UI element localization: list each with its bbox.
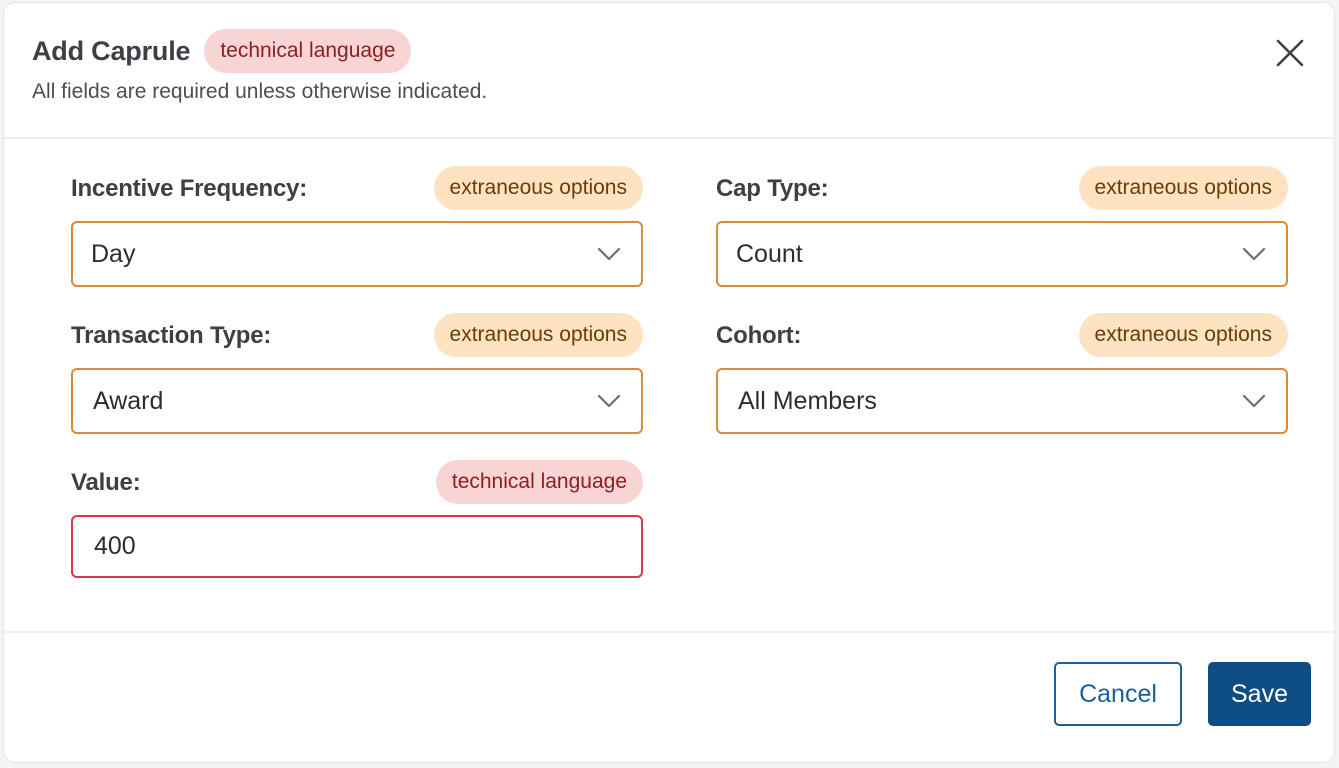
chevron-down-icon xyxy=(597,394,621,408)
incentive-frequency-label: Incentive Frequency: xyxy=(71,175,308,202)
footer-divider xyxy=(4,631,1334,633)
value-input-text: 400 xyxy=(94,532,136,560)
title-badge: technical language xyxy=(204,29,412,73)
close-icon xyxy=(1276,39,1304,67)
incentive-frequency-select[interactable]: Day xyxy=(71,221,643,287)
cap-type-select[interactable]: Count xyxy=(716,221,1288,287)
transaction-type-badge: extraneous options xyxy=(433,313,643,357)
cohort-badge: extraneous options xyxy=(1078,313,1288,357)
cohort-field: Cohort: extraneous options All Members xyxy=(716,313,1288,434)
cap-type-badge: extraneous options xyxy=(1078,166,1288,210)
value-input[interactable]: 400 xyxy=(71,515,643,578)
add-caprule-modal: Add Caprule technical language All field… xyxy=(3,2,1335,763)
incentive-frequency-field: Incentive Frequency: extraneous options … xyxy=(71,166,643,287)
save-button[interactable]: Save xyxy=(1208,662,1311,726)
cap-type-label: Cap Type: xyxy=(716,175,829,202)
cancel-button[interactable]: Cancel xyxy=(1054,662,1182,726)
value-field: Value: technical language 400 xyxy=(71,460,643,578)
modal-title: Add Caprule xyxy=(32,35,191,66)
modal-header: Add Caprule technical language All field… xyxy=(4,3,1334,139)
close-button[interactable] xyxy=(1274,37,1306,69)
incentive-frequency-head: Incentive Frequency: extraneous options xyxy=(71,166,643,212)
cohort-value: All Members xyxy=(738,386,877,415)
cap-type-head: Cap Type: extraneous options xyxy=(716,166,1288,212)
title-row: Add Caprule technical language xyxy=(32,29,412,73)
value-label: Value: xyxy=(71,469,141,496)
modal-subtitle: All fields are required unless otherwise… xyxy=(32,80,488,103)
transaction-type-label: Transaction Type: xyxy=(71,322,272,349)
cohort-select[interactable]: All Members xyxy=(716,368,1288,434)
chevron-down-icon xyxy=(1242,394,1266,408)
cohort-head: Cohort: extraneous options xyxy=(716,313,1288,359)
incentive-frequency-badge: extraneous options xyxy=(433,166,643,210)
transaction-type-head: Transaction Type: extraneous options xyxy=(71,313,643,359)
value-head: Value: technical language xyxy=(71,460,643,506)
cohort-label: Cohort: xyxy=(716,322,802,349)
value-badge: technical language xyxy=(435,460,643,504)
chevron-down-icon xyxy=(597,247,621,261)
cap-type-value: Count xyxy=(736,239,803,268)
cap-type-field: Cap Type: extraneous options Count xyxy=(716,166,1288,287)
transaction-type-field: Transaction Type: extraneous options Awa… xyxy=(71,313,643,434)
incentive-frequency-value: Day xyxy=(91,239,136,268)
transaction-type-select[interactable]: Award xyxy=(71,368,643,434)
transaction-type-value: Award xyxy=(93,386,164,415)
chevron-down-icon xyxy=(1242,247,1266,261)
